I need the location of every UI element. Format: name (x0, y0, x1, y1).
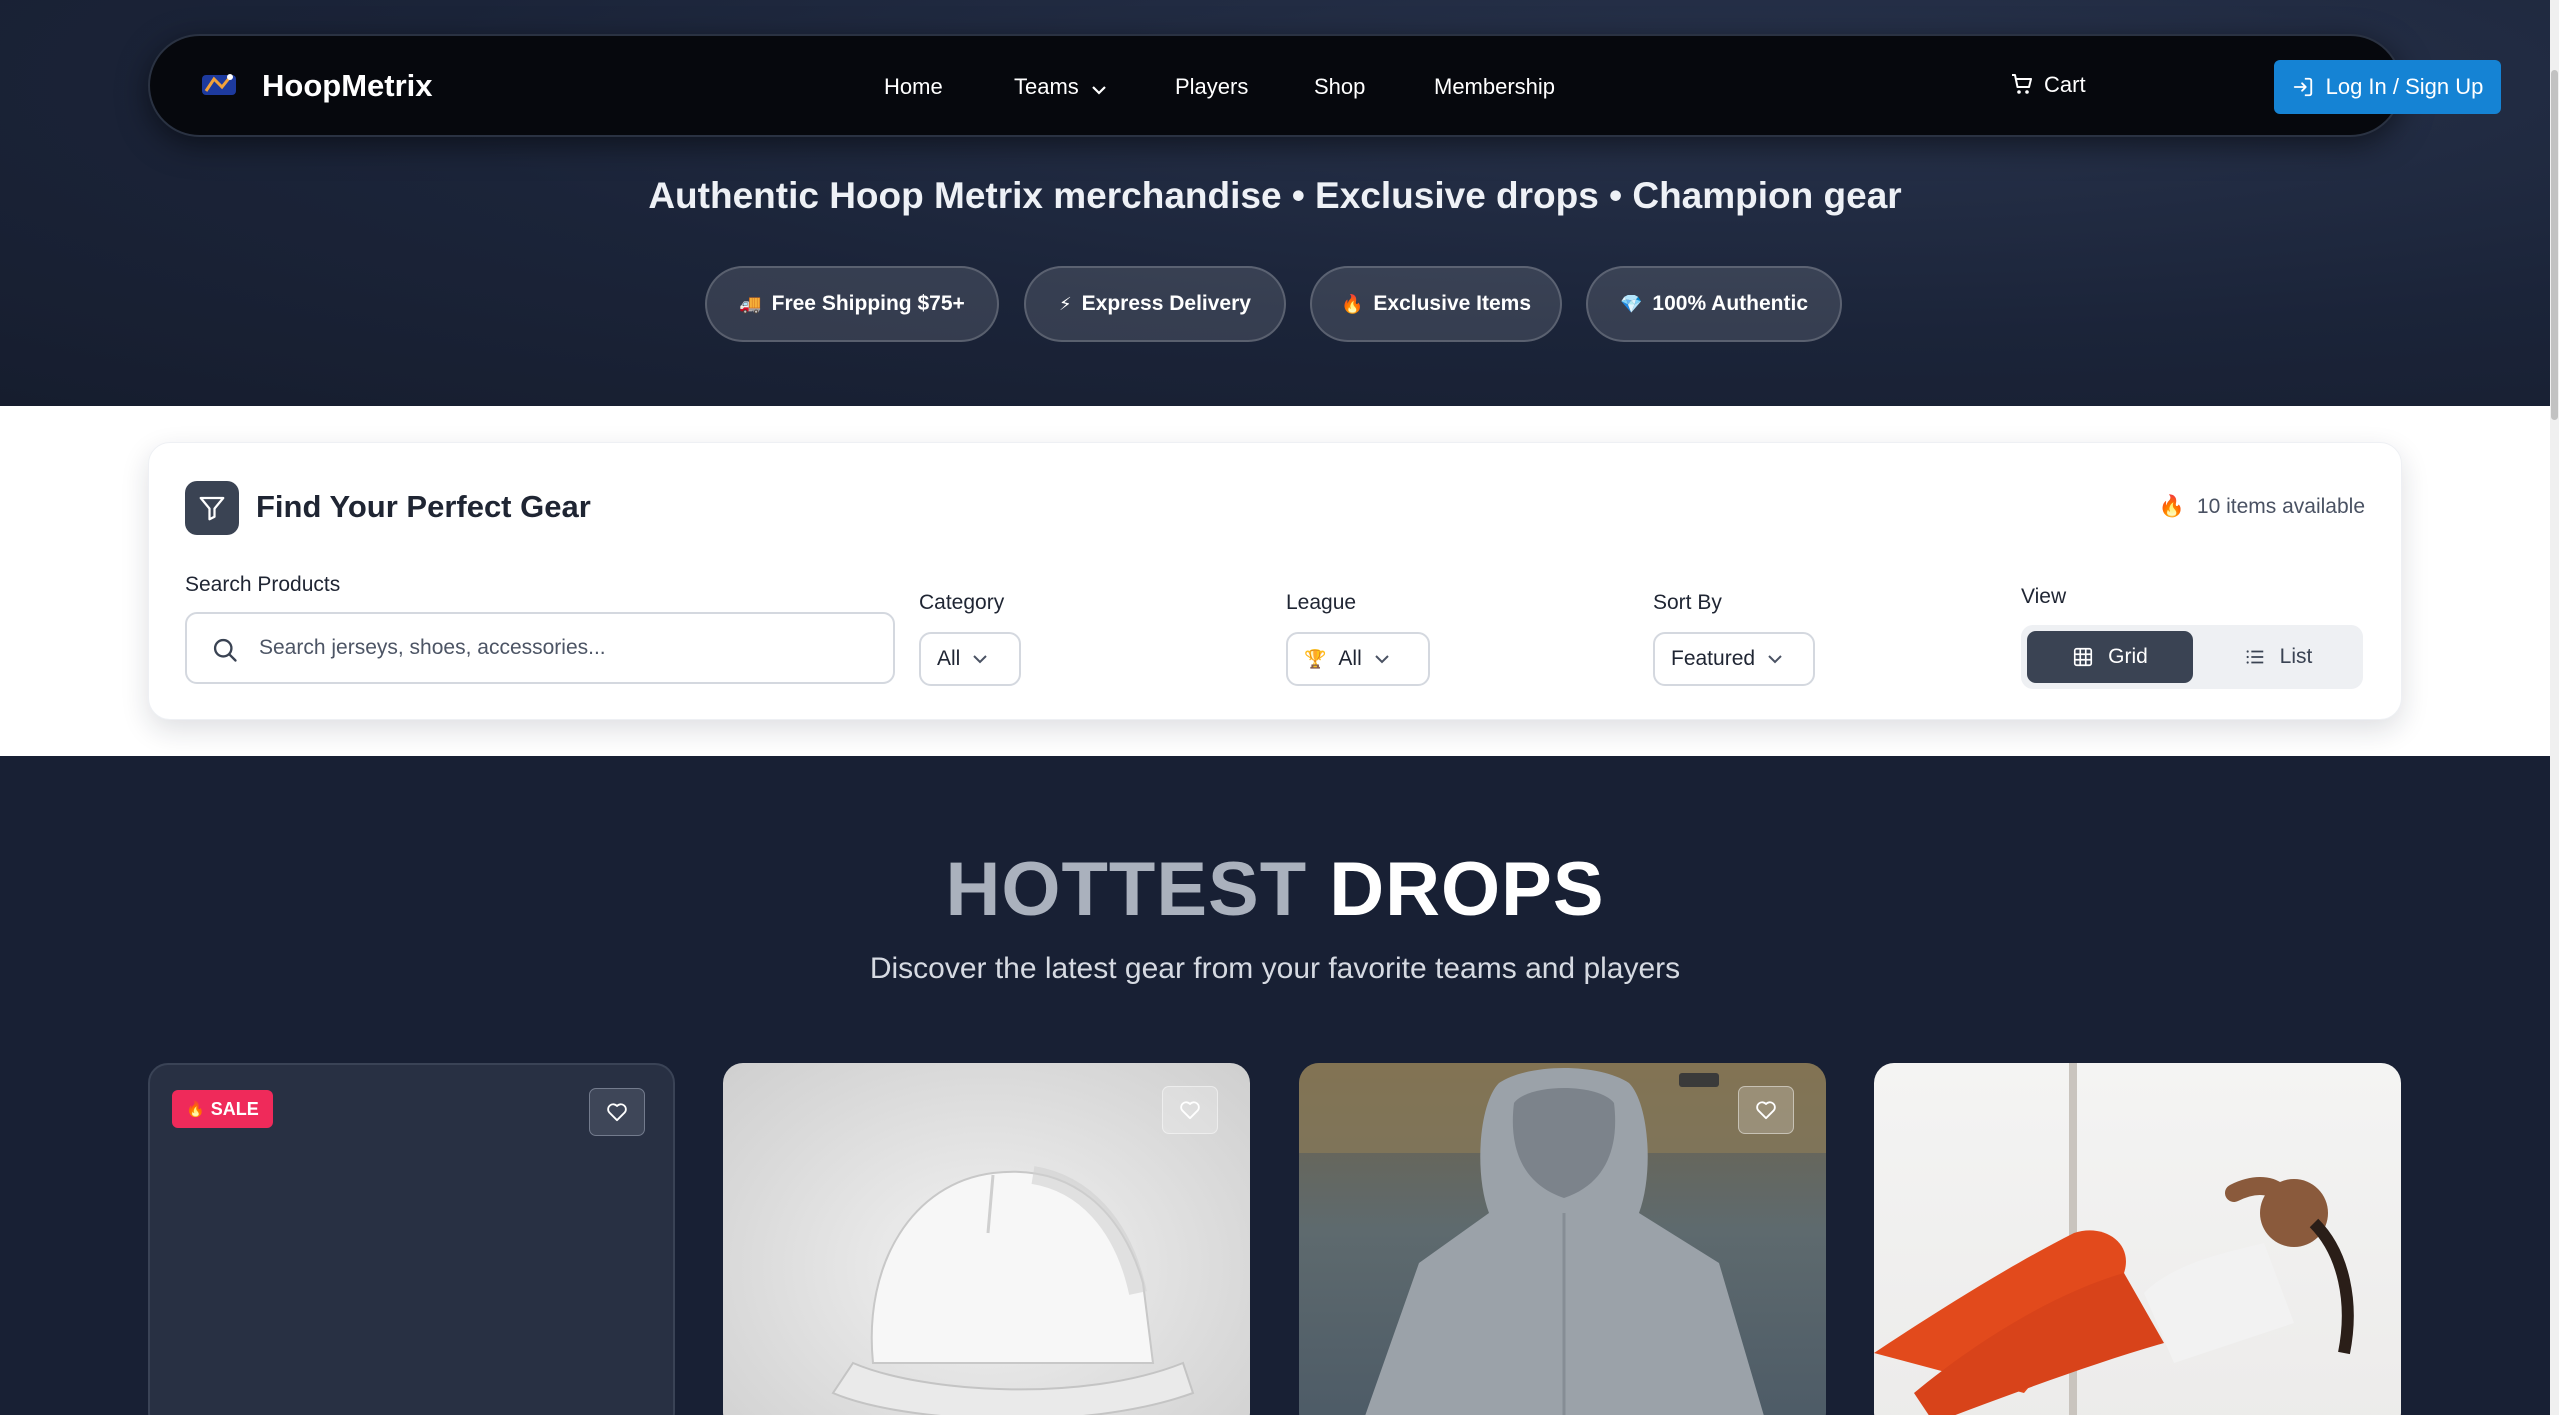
league-value: All (1338, 647, 1362, 670)
wishlist-button[interactable] (589, 1088, 645, 1136)
nav-players[interactable]: Players (1175, 74, 1248, 100)
sale-label: SALE (210, 1098, 259, 1119)
search-label: Search Products (185, 573, 341, 596)
wishlist-button[interactable] (1738, 1086, 1794, 1134)
truck-icon: 🚚 (739, 293, 762, 314)
search-input[interactable] (259, 630, 859, 666)
lightning-icon: ⚡ (1059, 293, 1072, 314)
view-label: View (2021, 585, 2067, 608)
sort-select[interactable]: Featured (1653, 632, 1815, 686)
diamond-icon: 💎 (1619, 293, 1643, 314)
brand-name[interactable]: HoopMetrix (262, 68, 433, 104)
badge-express-delivery: ⚡ Express Delivery (1024, 266, 1286, 342)
page-scrollbar[interactable] (2550, 0, 2559, 1415)
product-image-athlete (1874, 1063, 2354, 1415)
logo-icon[interactable] (200, 71, 240, 99)
grid-icon (2074, 647, 2093, 667)
league-label: League (1286, 591, 1357, 614)
login-signup-button[interactable]: Log In / Sign Up (2274, 60, 2501, 114)
cart-icon (2012, 74, 2032, 94)
scrollbar-thumb[interactable] (2551, 70, 2558, 420)
feature-badges: 🚚 Free Shipping $75+ ⚡ Express Delivery … (0, 266, 2550, 342)
fire-icon: 🔥 (186, 1101, 205, 1118)
badge-free-shipping: 🚚 Free Shipping $75+ (705, 266, 999, 342)
sort-label: Sort By (1653, 591, 1722, 614)
login-label: Log In / Sign Up (2325, 74, 2484, 99)
section-title-part-1: HOTTEST (945, 847, 1308, 932)
chevron-down-icon (1768, 655, 1782, 664)
view-toggle: Grid List (2021, 625, 2363, 689)
items-available-label: 10 items available (2196, 495, 2365, 518)
chevron-down-icon (1091, 75, 1107, 101)
trophy-icon: 🏆 (1304, 648, 1327, 669)
items-available: 🔥 10 items available (2159, 495, 2365, 519)
badge-label: Exclusive Items (1373, 292, 1531, 315)
list-view-button[interactable]: List (2199, 631, 2357, 683)
product-card[interactable] (1299, 1063, 1826, 1415)
product-card[interactable] (1874, 1063, 2401, 1415)
list-label: List (2279, 645, 2313, 668)
cart-label: Cart (2044, 72, 2086, 97)
heart-icon (607, 1103, 627, 1122)
product-card[interactable] (723, 1063, 1250, 1415)
wishlist-button[interactable] (1162, 1086, 1218, 1134)
heart-icon (1756, 1101, 1776, 1120)
league-select[interactable]: 🏆 All (1286, 632, 1430, 686)
nav-shop[interactable]: Shop (1314, 74, 1365, 100)
badge-label: Free Shipping $75+ (771, 292, 965, 315)
login-icon (2293, 77, 2312, 97)
filter-title: Find Your Perfect Gear (256, 489, 591, 524)
sale-badge: 🔥 SALE (172, 1090, 273, 1128)
product-card[interactable]: 🔥 SALE (148, 1063, 675, 1415)
category-label: Category (919, 591, 1005, 614)
category-value: All (937, 647, 961, 670)
grid-view-button[interactable]: Grid (2027, 631, 2193, 683)
badge-exclusive-items: 🔥 Exclusive Items (1310, 266, 1562, 342)
grid-label: Grid (2108, 645, 2148, 668)
section-title: HOTTEST DROPS (0, 846, 2550, 933)
search-field[interactable] (185, 612, 895, 684)
fire-icon: 🔥 (2158, 495, 2185, 518)
badge-label: 100% Authentic (1652, 292, 1808, 315)
filter-card: Find Your Perfect Gear 🔥 10 items availab… (148, 442, 2402, 720)
nav-teams[interactable]: Teams (1014, 74, 1107, 101)
chevron-down-icon (1375, 655, 1389, 664)
section-title-part-2: DROPS (1329, 847, 1605, 932)
badge-label: Express Delivery (1081, 292, 1251, 315)
sort-value: Featured (1671, 647, 1756, 670)
nav-membership[interactable]: Membership (1434, 74, 1555, 100)
list-icon (2246, 650, 2263, 664)
hero-tagline: Authentic Hoop Metrix merchandise • Excl… (648, 175, 1902, 216)
search-icon (213, 638, 237, 662)
chevron-down-icon (973, 655, 988, 664)
badge-authentic: 💎 100% Authentic (1586, 266, 1842, 342)
navbar: HoopMetrix Home Teams Players Shop Membe… (148, 34, 2501, 137)
nav-teams-label: Teams (1014, 74, 1079, 99)
nav-home[interactable]: Home (884, 74, 943, 100)
section-subtitle: Discover the latest gear from your favor… (869, 952, 1681, 985)
heart-icon (1180, 1101, 1200, 1120)
cart-link[interactable]: Cart (2010, 72, 2086, 98)
filter-icon (185, 481, 239, 535)
fire-icon: 🔥 (1340, 293, 1364, 314)
category-select[interactable]: All (919, 632, 1021, 686)
